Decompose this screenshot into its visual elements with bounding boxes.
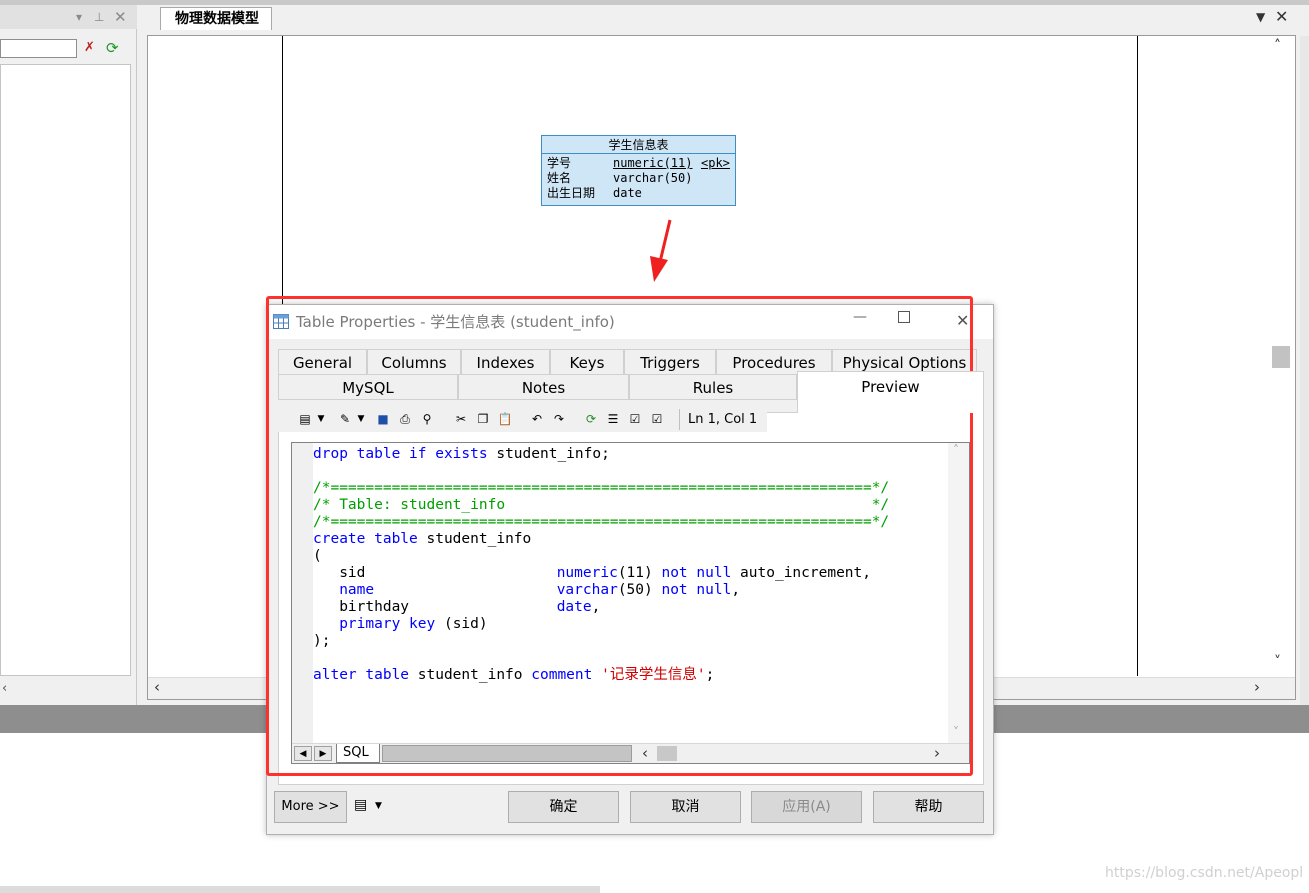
- column-key: <pk>: [701, 156, 730, 170]
- scroll-up-icon[interactable]: ˄: [1274, 38, 1281, 54]
- tab-physical-data-model[interactable]: 物理数据模型: [160, 7, 272, 30]
- entity-column-row: 出生日期 date: [547, 186, 732, 201]
- dropdown-icon[interactable]: ▾: [76, 5, 82, 29]
- tab-list-dropdown-icon[interactable]: ▼: [1256, 10, 1265, 24]
- help-button[interactable]: 帮助: [873, 791, 984, 823]
- annotation-arrow: [650, 219, 672, 282]
- print-options-icon[interactable]: ▤: [354, 797, 367, 813]
- close-icon[interactable]: ✕: [114, 5, 127, 29]
- scroll-left-icon[interactable]: ‹: [2, 681, 7, 696]
- cancel-button[interactable]: 取消: [630, 791, 741, 823]
- more-button[interactable]: More >>: [274, 791, 347, 823]
- right-edge-strip: [1300, 36, 1309, 706]
- column-name: 姓名: [547, 171, 572, 185]
- scroll-down-icon[interactable]: ˅: [1274, 654, 1281, 670]
- entity-student-info[interactable]: 学生信息表 学号 numeric(11) <pk> 姓名 varchar(50) 出生…: [541, 135, 736, 206]
- clear-filter-icon[interactable]: ✗: [84, 40, 95, 55]
- close-tab-icon[interactable]: ✕: [1275, 7, 1288, 26]
- refresh-icon[interactable]: ⟳: [106, 39, 119, 57]
- page-border-right: [1137, 36, 1138, 676]
- pin-icon[interactable]: ⊥: [94, 5, 104, 29]
- ok-button[interactable]: 确定: [508, 791, 619, 823]
- tab-preview[interactable]: Preview: [797, 371, 984, 413]
- status-strip: [0, 886, 600, 893]
- column-name: 学号: [547, 156, 572, 170]
- dropdown-arrow-icon[interactable]: ▼: [375, 801, 382, 811]
- canvas-vscroll-thumb[interactable]: [1272, 346, 1290, 368]
- browser-search-input[interactable]: [0, 39, 77, 58]
- apply-button[interactable]: 应用(A): [751, 791, 862, 823]
- column-type: varchar(50): [613, 171, 693, 185]
- watermark: https://blog.csdn.net/Apeopl: [1105, 865, 1304, 881]
- scroll-right-icon[interactable]: ›: [1254, 678, 1260, 696]
- entity-title: 学生信息表: [542, 136, 735, 154]
- column-type: date: [613, 186, 642, 200]
- browser-tree[interactable]: [0, 64, 131, 676]
- annotation-highlight-box: [266, 296, 973, 776]
- column-type: numeric(11): [613, 156, 693, 170]
- entity-column-row: 姓名 varchar(50): [547, 171, 732, 186]
- column-name: 出生日期: [547, 186, 596, 200]
- browser-panel-titlebar: ▾ ⊥ ✕: [0, 5, 137, 29]
- browser-hscroll[interactable]: ‹: [0, 680, 135, 700]
- entity-column-row: 学号 numeric(11) <pk>: [547, 156, 732, 171]
- scroll-left-icon[interactable]: ‹: [154, 678, 160, 696]
